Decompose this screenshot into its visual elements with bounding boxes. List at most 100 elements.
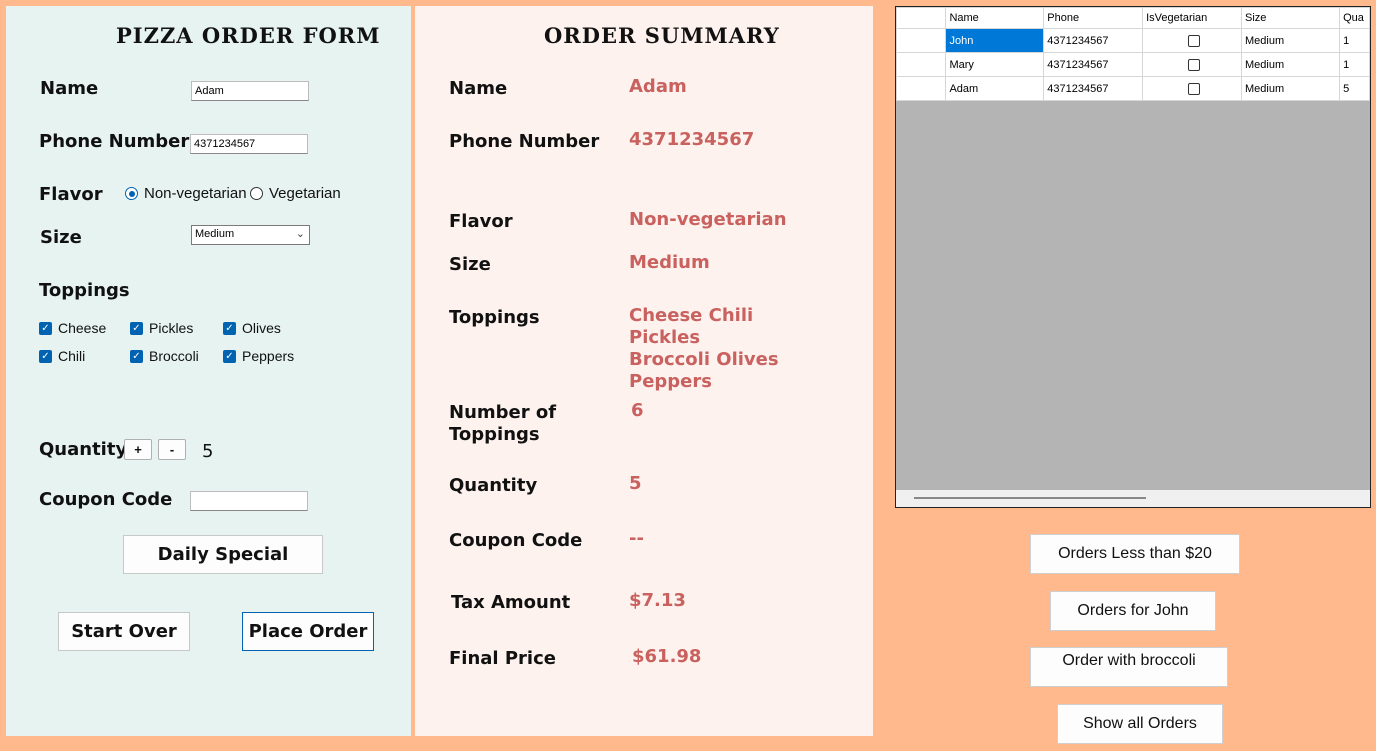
topping-chili[interactable]: ✓ Chili <box>39 348 85 364</box>
cell-isvegetarian[interactable] <box>1142 28 1242 53</box>
cell-name[interactable]: Mary <box>945 52 1045 77</box>
cell-quantity[interactable]: 5 <box>1339 76 1370 101</box>
summary-phone-label: Phone Number <box>449 131 600 152</box>
order-summary-panel: ORDER SUMMARY Name Adam Phone Number 437… <box>415 6 873 736</box>
cell-size[interactable]: Medium <box>1240 52 1341 77</box>
summary-flavor-value: Non-vegetarian <box>629 209 787 230</box>
checkbox-checked-icon: ✓ <box>39 349 52 363</box>
summary-tax-value: $7.13 <box>629 590 686 611</box>
summary-num-toppings-value: 6 <box>631 400 644 421</box>
summary-toppings-line-2: Pickles <box>629 327 701 348</box>
daily-special-button[interactable]: Daily Special <box>123 535 323 574</box>
checkbox-unchecked-icon[interactable] <box>1187 58 1200 71</box>
flavor-label: Flavor <box>39 184 103 205</box>
show-all-orders-button[interactable]: Show all Orders <box>1057 704 1223 744</box>
summary-num-toppings-label-1: Number of <box>449 402 557 423</box>
column-header-name[interactable]: Name <box>945 7 1045 29</box>
form-title: PIZZA ORDER FORM <box>116 23 381 48</box>
topping-pickles[interactable]: ✓ Pickles <box>130 320 193 336</box>
cell-phone[interactable]: 4371234567 <box>1043 28 1144 53</box>
start-over-button[interactable]: Start Over <box>58 612 190 651</box>
table-header-row: Name Phone IsVegetarian Size Qua <box>896 7 1370 29</box>
phone-label: Phone Number <box>39 131 190 152</box>
row-header[interactable] <box>896 76 947 101</box>
radio-vegetarian[interactable]: Vegetarian <box>250 185 341 202</box>
summary-toppings-line-4: Peppers <box>629 371 712 392</box>
cell-quantity[interactable]: 1 <box>1339 28 1370 53</box>
row-header[interactable] <box>896 28 947 53</box>
summary-size-value: Medium <box>629 252 710 273</box>
phone-input[interactable] <box>190 134 308 154</box>
checkbox-checked-icon: ✓ <box>130 349 143 363</box>
summary-title: ORDER SUMMARY <box>544 23 780 48</box>
checkbox-unchecked-icon[interactable] <box>1187 34 1200 47</box>
coupon-input[interactable] <box>190 491 308 511</box>
column-header-size[interactable]: Size <box>1240 7 1341 29</box>
summary-quantity-label: Quantity <box>449 475 538 496</box>
quantity-label: Quantity <box>39 439 128 460</box>
checkbox-checked-icon: ✓ <box>223 321 236 335</box>
summary-size-label: Size <box>449 254 491 275</box>
radio-non-vegetarian-label: Non-vegetarian <box>144 185 247 202</box>
cell-size[interactable]: Medium <box>1240 28 1341 53</box>
checkbox-checked-icon: ✓ <box>39 321 52 335</box>
summary-tax-label: Tax Amount <box>451 592 571 613</box>
cell-size[interactable]: Medium <box>1240 76 1341 101</box>
summary-toppings-line-3: Broccoli Olives <box>629 349 779 370</box>
summary-flavor-label: Flavor <box>449 211 513 232</box>
cell-phone[interactable]: 4371234567 <box>1043 76 1144 101</box>
table-row[interactable]: Adam 4371234567 Medium 5 <box>896 76 1370 101</box>
quantity-plus-button[interactable]: + <box>124 439 152 460</box>
size-select-value: Medium <box>195 228 235 240</box>
size-label: Size <box>40 227 82 248</box>
row-header[interactable] <box>896 52 947 77</box>
row-header-corner <box>896 7 947 29</box>
radio-selected-icon <box>125 187 138 200</box>
checkbox-checked-icon: ✓ <box>130 321 143 335</box>
cell-quantity[interactable]: 1 <box>1339 52 1370 77</box>
order-form-panel: PIZZA ORDER FORM Name Phone Number Flavo… <box>6 6 411 736</box>
name-label: Name <box>40 78 99 99</box>
place-order-button[interactable]: Place Order <box>242 612 374 651</box>
cell-name[interactable]: Adam <box>945 76 1045 101</box>
topping-peppers[interactable]: ✓ Peppers <box>223 348 294 364</box>
summary-num-toppings-label-2: Toppings <box>449 424 540 445</box>
topping-olives-label: Olives <box>242 320 281 336</box>
cell-isvegetarian[interactable] <box>1142 52 1242 77</box>
orders-data-grid[interactable]: Name Phone IsVegetarian Size Qua John 43… <box>895 6 1371 508</box>
size-select[interactable]: Medium ⌄ <box>191 225 310 245</box>
topping-broccoli[interactable]: ✓ Broccoli <box>130 348 199 364</box>
summary-coupon-value: -- <box>629 528 644 549</box>
radio-vegetarian-label: Vegetarian <box>269 185 341 202</box>
orders-less-than-20-button[interactable]: Orders Less than $20 <box>1030 534 1240 574</box>
toppings-label: Toppings <box>39 280 130 301</box>
topping-olives[interactable]: ✓ Olives <box>223 320 281 336</box>
topping-peppers-label: Peppers <box>242 348 295 364</box>
order-with-broccoli-button[interactable]: Order with broccoli <box>1030 647 1228 687</box>
chevron-down-icon: ⌄ <box>295 228 305 240</box>
topping-cheese-label: Cheese <box>58 320 107 336</box>
horizontal-scrollbar[interactable] <box>896 490 1370 507</box>
column-header-isvegetarian[interactable]: IsVegetarian <box>1142 7 1242 29</box>
orders-for-john-button[interactable]: Orders for John <box>1050 591 1216 631</box>
scrollbar-thumb[interactable] <box>914 497 1146 499</box>
cell-phone[interactable]: 4371234567 <box>1043 52 1144 77</box>
column-header-phone[interactable]: Phone <box>1043 7 1144 29</box>
column-header-quantity[interactable]: Qua <box>1339 7 1370 29</box>
checkbox-unchecked-icon[interactable] <box>1187 82 1200 95</box>
radio-non-vegetarian[interactable]: Non-vegetarian <box>125 185 247 202</box>
orders-table: Name Phone IsVegetarian Size Qua John 43… <box>896 7 1370 101</box>
name-input[interactable] <box>191 81 309 101</box>
topping-broccoli-label: Broccoli <box>149 348 199 364</box>
topping-cheese[interactable]: ✓ Cheese <box>39 320 106 336</box>
summary-name-value: Adam <box>629 76 687 97</box>
summary-final-value: $61.98 <box>632 646 702 667</box>
summary-coupon-label: Coupon Code <box>449 530 583 551</box>
cell-isvegetarian[interactable] <box>1142 76 1242 101</box>
summary-toppings-label: Toppings <box>449 307 540 328</box>
table-row[interactable]: Mary 4371234567 Medium 1 <box>896 52 1370 77</box>
quantity-minus-button[interactable]: - <box>158 439 186 460</box>
summary-phone-value: 4371234567 <box>629 129 755 150</box>
cell-name[interactable]: John <box>945 28 1045 53</box>
table-row[interactable]: John 4371234567 Medium 1 <box>896 28 1370 53</box>
